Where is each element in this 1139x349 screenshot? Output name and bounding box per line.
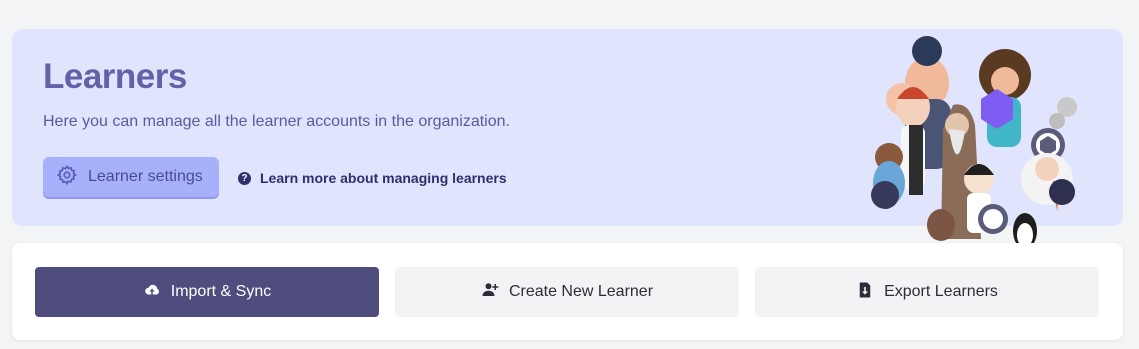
learner-settings-label: Learner settings xyxy=(88,168,203,185)
learn-more-link[interactable]: ? Learn more about managing learners xyxy=(238,170,507,186)
learner-settings-button[interactable]: Learner settings xyxy=(43,157,219,197)
learners-header-banner: Learners Here you can manage all the lea… xyxy=(12,29,1123,249)
page-title: Learners xyxy=(43,57,187,96)
create-new-learner-label: Create New Learner xyxy=(508,283,654,300)
import-sync-button[interactable]: Import & Sync xyxy=(35,267,379,317)
create-new-learner-button[interactable]: Create New Learner xyxy=(395,267,739,317)
page-description: Here you can manage all the learner acco… xyxy=(43,113,510,130)
cloud-upload-icon xyxy=(143,281,161,304)
user-plus-icon xyxy=(481,281,499,304)
export-learners-label: Export Learners xyxy=(884,283,998,300)
export-learners-button[interactable]: Export Learners xyxy=(755,267,1099,317)
question-circle-icon: ? xyxy=(238,171,251,185)
learn-more-label: Learn more about managing learners xyxy=(260,170,507,186)
learners-illustration xyxy=(871,36,1077,249)
import-sync-label: Import & Sync xyxy=(170,283,272,300)
gear-icon xyxy=(56,164,78,191)
learner-actions-panel: Import & Sync Create New Learner Export … xyxy=(12,243,1123,340)
file-download-icon xyxy=(856,281,874,304)
